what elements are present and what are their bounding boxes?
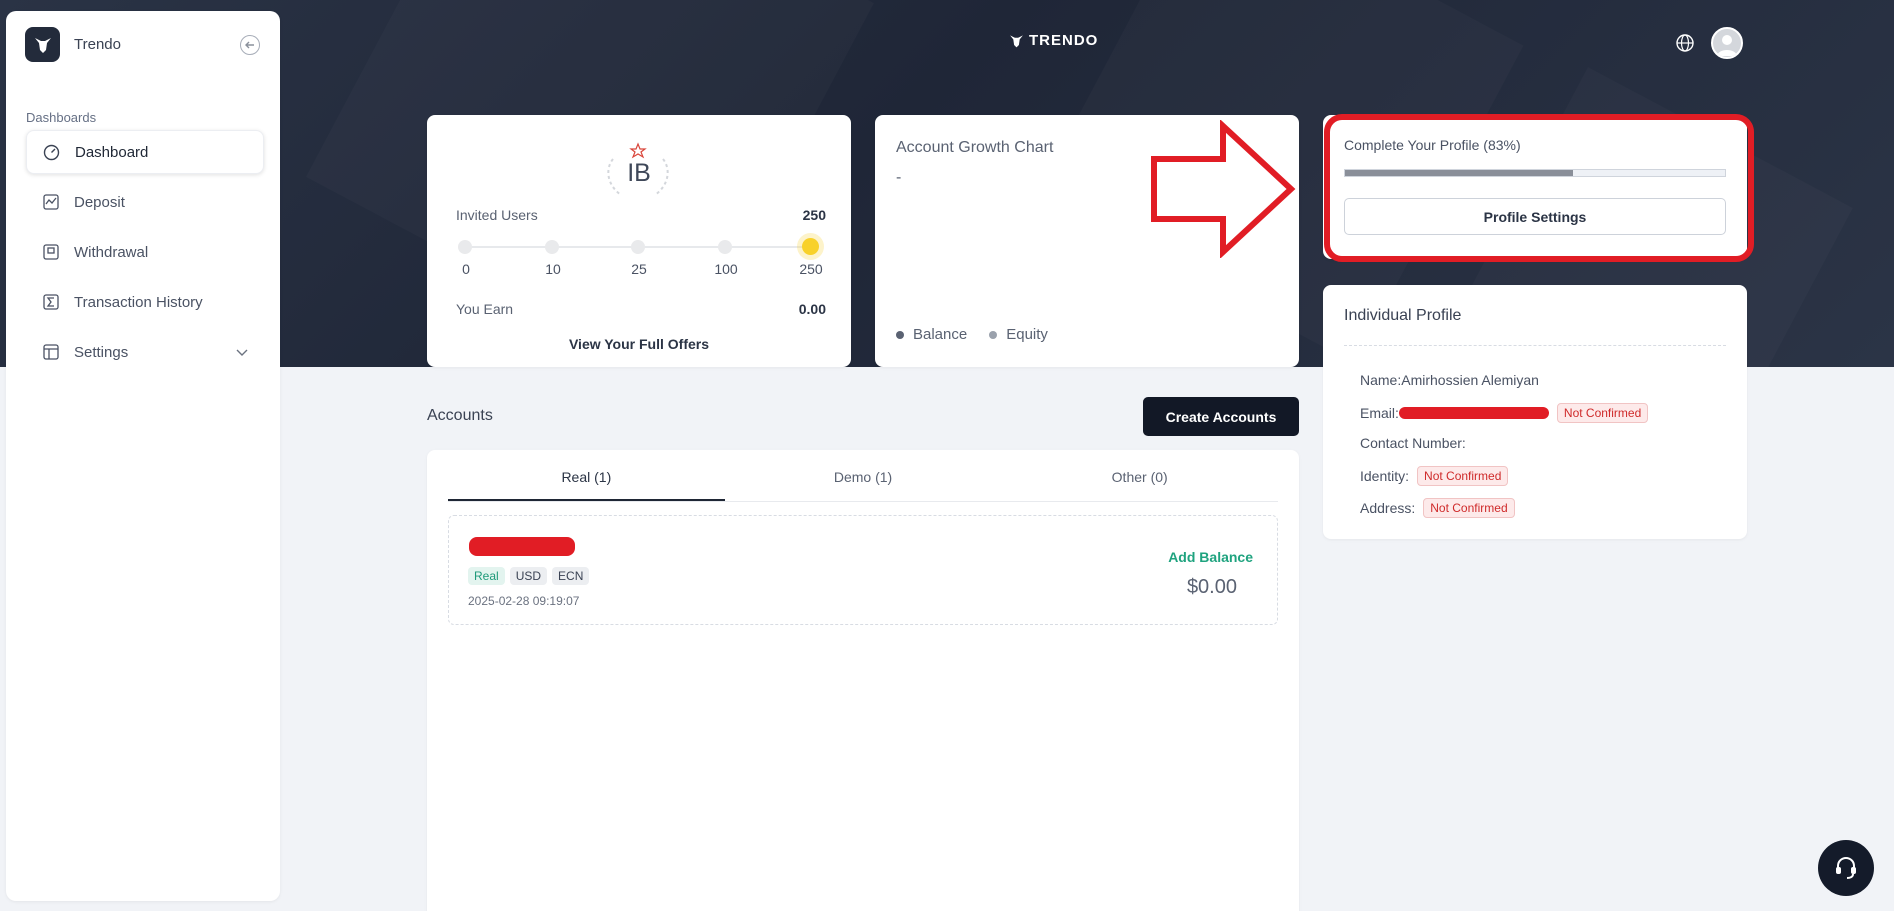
avatar[interactable] xyxy=(1711,27,1743,59)
sidebar-section-label: Dashboards xyxy=(26,110,97,125)
identity-label: Identity: xyxy=(1360,468,1410,484)
account-currency-tag: USD xyxy=(509,567,548,585)
account-type-tag: Real xyxy=(468,567,505,585)
profile-identity-row: Identity: Not Confirmed xyxy=(1360,466,1509,486)
view-full-offers-link[interactable]: View Your Full Offers xyxy=(427,336,851,352)
brand[interactable]: Trendo xyxy=(25,27,121,62)
chart-legend: Balance Equity xyxy=(896,326,1070,343)
email-status-badge: Not Confirmed xyxy=(1556,403,1649,423)
sidebar-item-withdrawal[interactable]: Withdrawal xyxy=(26,230,264,274)
profile-email-row: Email: Not Confirmed xyxy=(1360,403,1649,423)
tick-label: 100 xyxy=(714,261,738,277)
sidebar-item-label: Withdrawal xyxy=(74,243,149,261)
individual-profile-title: Individual Profile xyxy=(1344,307,1462,324)
divider xyxy=(1344,345,1726,346)
headset-icon xyxy=(1836,856,1856,879)
tick-label: 10 xyxy=(545,261,561,277)
growth-chart-value: - xyxy=(896,169,902,186)
transaction-history-icon xyxy=(42,294,59,311)
header-logo-text: TRENDO xyxy=(1029,32,1099,49)
legend-dot xyxy=(989,330,998,339)
invited-users-label: Invited Users xyxy=(456,207,538,223)
sidebar-nav: Dashboard Deposit Withdrawal Transaction… xyxy=(26,130,264,380)
accounts-card: Real (1) Demo (1) Other (0) Real USD ECN… xyxy=(427,450,1299,911)
legend-balance[interactable]: Balance xyxy=(896,326,967,343)
brand-name: Trendo xyxy=(74,36,121,53)
accounts-title: Accounts xyxy=(427,407,493,424)
header-logo[interactable]: TRENDO xyxy=(1008,32,1098,49)
account-platform-tag: ECN xyxy=(552,567,590,585)
invited-users-row: Invited Users 250 xyxy=(456,207,826,223)
profile-contact-row: Contact Number: xyxy=(1360,435,1466,451)
arrow-left-icon xyxy=(245,41,254,49)
redacted-account-number xyxy=(469,537,575,556)
red-highlight-annotation xyxy=(1324,114,1754,262)
tick-label: 250 xyxy=(799,261,823,277)
name-value: Amirhossien Alemiyan xyxy=(1401,372,1539,388)
growth-chart-title: Account Growth Chart xyxy=(896,139,1054,156)
chevron-down-icon xyxy=(236,344,248,361)
ib-card: IB Invited Users 250 0 10 25 100 250 You… xyxy=(427,115,851,367)
ib-badge-text: IB xyxy=(627,159,651,187)
sidebar-item-label: Settings xyxy=(74,343,129,361)
email-label: Email: xyxy=(1360,405,1399,421)
slider-tick xyxy=(458,240,472,254)
tick-label: 0 xyxy=(462,261,470,277)
sidebar-item-label: Transaction History xyxy=(74,293,203,311)
you-earn-row: You Earn 0.00 xyxy=(456,301,826,317)
accounts-tabs: Real (1) Demo (1) Other (0) xyxy=(448,469,1278,502)
address-label: Address: xyxy=(1360,500,1416,516)
name-label: Name: xyxy=(1360,372,1402,388)
you-earn-value: 0.00 xyxy=(798,301,826,317)
sidebar-item-dashboard[interactable]: Dashboard xyxy=(26,130,264,174)
language-globe-icon[interactable] xyxy=(1675,33,1695,58)
slider-tick-active xyxy=(802,238,819,255)
trendo-bull-icon xyxy=(1010,34,1023,47)
slider-tick-labels: 0 10 25 100 250 xyxy=(427,261,851,281)
sidebar-item-label: Deposit xyxy=(74,193,125,211)
slider-tick xyxy=(631,240,645,254)
invite-level-slider[interactable] xyxy=(458,238,819,255)
legend-label: Equity xyxy=(1006,326,1048,343)
red-arrow-annotation-icon xyxy=(1151,120,1296,258)
dashboard-gauge-icon xyxy=(43,144,60,161)
identity-status-badge: Not Confirmed xyxy=(1417,466,1509,486)
add-balance-link[interactable]: Add Balance xyxy=(1168,549,1253,565)
withdrawal-icon xyxy=(42,244,59,261)
user-avatar-icon xyxy=(1717,35,1737,56)
tick-label: 25 xyxy=(631,261,647,277)
address-status-badge: Not Confirmed xyxy=(1423,498,1515,518)
invited-users-value: 250 xyxy=(802,207,826,223)
profile-address-row: Address: Not Confirmed xyxy=(1360,498,1515,518)
you-earn-label: You Earn xyxy=(456,301,514,317)
tab-demo[interactable]: Demo (1) xyxy=(725,469,1002,501)
trendo-logo-icon xyxy=(25,27,60,62)
sidebar-item-deposit[interactable]: Deposit xyxy=(26,180,264,224)
tab-real[interactable]: Real (1) xyxy=(448,469,725,501)
account-balance: $0.00 xyxy=(1186,576,1237,598)
create-accounts-button[interactable]: Create Accounts xyxy=(1143,397,1299,436)
deposit-icon xyxy=(42,194,59,211)
account-created-date: 2025-02-28 09:19:07 xyxy=(468,594,580,608)
sidebar-item-settings[interactable]: Settings xyxy=(26,330,264,374)
account-tags: Real USD ECN xyxy=(468,567,594,585)
collapse-sidebar-button[interactable] xyxy=(240,35,260,55)
support-chat-button[interactable] xyxy=(1818,840,1874,896)
account-item[interactable]: Real USD ECN 2025-02-28 09:19:07 Add Bal… xyxy=(448,515,1278,625)
legend-label: Balance xyxy=(913,326,968,343)
sidebar-item-transaction-history[interactable]: Transaction History xyxy=(26,280,264,324)
slider-tick xyxy=(718,240,732,254)
sidebar: Trendo Dashboards Dashboard Deposit With… xyxy=(6,11,280,901)
slider-tick xyxy=(545,240,559,254)
legend-equity[interactable]: Equity xyxy=(989,326,1048,343)
tab-other[interactable]: Other (0) xyxy=(1001,469,1278,501)
redacted-email xyxy=(1398,407,1549,419)
sidebar-item-label: Dashboard xyxy=(75,143,149,161)
contact-label: Contact Number: xyxy=(1360,435,1466,451)
settings-icon xyxy=(42,344,59,361)
profile-name-row: Name: Amirhossien Alemiyan xyxy=(1360,372,1539,388)
star-icon xyxy=(629,142,647,159)
legend-dot xyxy=(896,330,904,339)
individual-profile-card: Individual Profile Name: Amirhossien Alem… xyxy=(1323,285,1747,539)
